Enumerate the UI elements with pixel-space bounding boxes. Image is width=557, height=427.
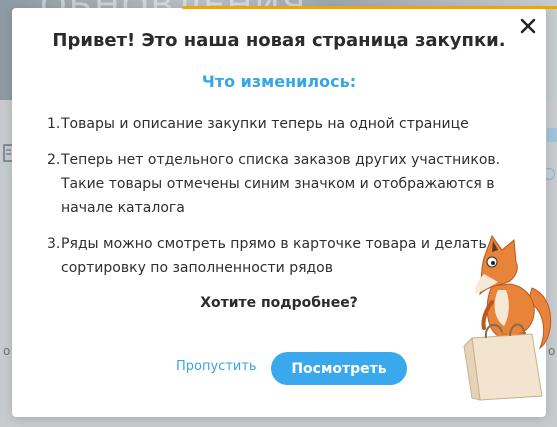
change-item-text: Ряды можно смотреть прямо в карточке тов… (61, 236, 487, 276)
change-item-number: 2. (47, 152, 61, 168)
fox-mascot-illustration (463, 234, 552, 401)
skip-link[interactable]: Пропустить (176, 359, 257, 374)
change-item-text: Теперь нет отдельного списка заказов дру… (61, 152, 501, 216)
change-item: 1. Товары и описание закупки теперь на о… (47, 112, 516, 136)
change-item-number: 1. (47, 116, 61, 132)
change-item-text: Товары и описание закупки теперь на одно… (61, 116, 469, 132)
change-item-number: 3. (47, 236, 61, 252)
change-item: 2. Теперь нет отдельного списка заказов … (47, 148, 516, 220)
change-item: 3. Ряды можно смотреть прямо в карточке … (47, 232, 516, 280)
modal-subtitle: Что изменилось: (201, 72, 357, 91)
modal-title: Привет! Это наша новая страница закупки. (52, 30, 506, 51)
modal-top-accent (182, 6, 557, 9)
view-button[interactable]: Посмотреть (271, 352, 407, 385)
background-blue-strip (547, 128, 557, 142)
changes-list: 1. Товары и описание закупки теперь на о… (47, 112, 516, 292)
background-text-fragment-left: о (3, 344, 11, 358)
